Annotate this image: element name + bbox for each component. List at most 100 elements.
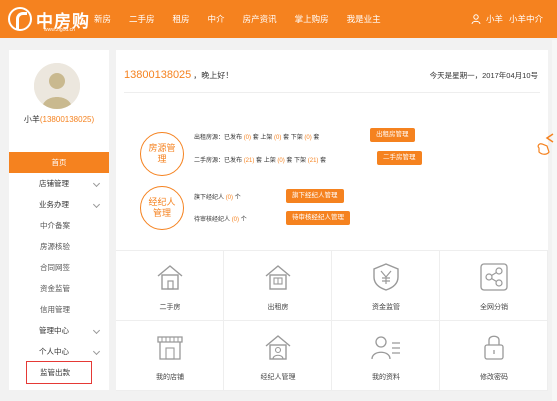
tile-my-profile[interactable]: 我的资料 xyxy=(332,321,440,391)
shop-icon xyxy=(154,331,186,363)
tile-distribution[interactable]: 全网分销 xyxy=(440,251,548,321)
nav-item-rent[interactable]: 租房 xyxy=(173,13,190,25)
pending-prefix: 待审核经纪人 xyxy=(194,217,231,223)
sidebar-item-label: 管理中心 xyxy=(39,326,69,335)
greeting-text: ，晚上好！ xyxy=(193,71,234,80)
share-icon xyxy=(478,261,510,293)
sidebar-menu: 首页 店铺管理 业务办理 中介备案 房源核验 合同网签 资金监管 信用管理 管理… xyxy=(9,152,109,384)
second-up: (0) xyxy=(277,158,285,164)
sidebar-item-label: 业务办理 xyxy=(39,200,69,209)
logo-subtext: www.zfgou.cn xyxy=(44,27,75,33)
tile-agent-manage[interactable]: 经纪人管理 xyxy=(224,321,332,391)
rent-manage-button[interactable]: 出租房管理 xyxy=(370,128,415,142)
greeting: 13800138025 ，晚上好！ xyxy=(124,69,233,81)
tile-fund-supervision[interactable]: 资金监管 xyxy=(332,251,440,321)
sidebar-item-shop-manage[interactable]: 店铺管理 xyxy=(9,173,109,194)
user-label-name: 小羊 xyxy=(23,115,40,124)
rent-stats: 出租房源：已发布 (0) 套 上架 (0) 套 下架 (0) 套 xyxy=(194,132,319,141)
tile-change-password[interactable]: 修改密码 xyxy=(440,321,548,391)
tile-label: 我的资料 xyxy=(372,374,400,381)
floating-service-icon[interactable] xyxy=(533,130,555,160)
second-suffix: 套 xyxy=(320,158,327,164)
rent-stats-prefix: 出租房源：已发布 xyxy=(194,135,243,141)
sidebar-item-business[interactable]: 业务办理 xyxy=(9,194,109,215)
logo[interactable]: 中房购 www.zfgou.cn xyxy=(8,5,90,33)
rent-up-label: 套 上架 xyxy=(252,135,273,141)
tile-label: 修改密码 xyxy=(480,374,508,381)
second-hand-manage-button[interactable]: 二手房管理 xyxy=(377,151,422,165)
sidebar-item-contract-sign[interactable]: 合同网签 xyxy=(9,257,109,278)
main-nav: 新房 二手房 租房 中介 房产资讯 掌上购房 我是业主 xyxy=(94,13,399,25)
sidebar-item-label: 个人中心 xyxy=(39,347,69,356)
second-down-label: 套 下架 xyxy=(286,158,307,164)
logo-mark-icon xyxy=(8,7,32,31)
chevron-down-icon xyxy=(92,326,101,335)
house-icon xyxy=(154,261,186,293)
chevron-down-icon xyxy=(92,200,101,209)
rent-house-icon xyxy=(262,261,294,293)
nav-item-mobile[interactable]: 掌上购房 xyxy=(295,13,329,25)
top-bar: 中房购 www.zfgou.cn 新房 二手房 租房 中介 房产资讯 掌上购房 … xyxy=(0,0,557,38)
user-icon xyxy=(471,14,481,25)
rent-suffix: 套 xyxy=(313,135,320,141)
nav-item-owner[interactable]: 我是业主 xyxy=(347,13,381,25)
yuan-shield-icon xyxy=(370,261,402,293)
house-manage-badge: 房源管理 xyxy=(140,132,184,176)
pending-agent-count: 待审核经纪人 (0) 个 xyxy=(194,214,247,223)
nav-item-agency[interactable]: 中介 xyxy=(208,13,225,25)
nav-item-news[interactable]: 房产资讯 xyxy=(243,13,277,25)
lock-icon xyxy=(478,331,510,363)
nav-item-new-house[interactable]: 新房 xyxy=(94,13,111,25)
sidebar-item-label: 店铺管理 xyxy=(39,179,69,188)
agent-manage-button[interactable]: 旗下经纪人管理 xyxy=(286,189,344,203)
greeting-phone: 13800138025 xyxy=(124,69,192,81)
rent-down: (0) xyxy=(304,135,312,141)
tile-label: 资金监管 xyxy=(372,304,400,311)
sidebar: 小羊(13800138025) 首页 店铺管理 业务办理 中介备案 房源核验 合… xyxy=(9,50,109,390)
agent-house-icon xyxy=(262,331,294,363)
agent-manage-badge: 经纪人管理 xyxy=(140,186,184,230)
chevron-down-icon xyxy=(92,179,101,188)
date-text: 今天是星期一，2017年04月10号 xyxy=(429,71,538,80)
tile-label: 经纪人管理 xyxy=(260,374,296,381)
agent-count-suffix: 个 xyxy=(234,195,241,201)
user-org: 小羊中介 xyxy=(508,14,543,24)
agent-count-num: (0) xyxy=(225,195,234,201)
pending-suffix: 个 xyxy=(240,217,247,223)
second-up-label: 套 上架 xyxy=(256,158,276,164)
second-published: (21) xyxy=(243,158,255,164)
agent-count-prefix: 旗下经纪人 xyxy=(194,195,225,201)
tile-second-hand[interactable]: 二手房 xyxy=(116,251,224,321)
profile-icon xyxy=(370,331,402,363)
user-menu[interactable]: 小羊 小羊中介 xyxy=(471,13,543,25)
tile-label: 我的店铺 xyxy=(156,374,184,381)
pending-num: (0) xyxy=(231,217,240,223)
sidebar-item-personal-center[interactable]: 个人中心 xyxy=(9,341,109,362)
pending-agent-manage-button[interactable]: 待审核经纪人管理 xyxy=(286,211,350,225)
tile-my-shop[interactable]: 我的店铺 xyxy=(116,321,224,391)
user-label-phone: (13800138025) xyxy=(39,115,95,124)
sidebar-item-house-verify[interactable]: 房源核验 xyxy=(9,236,109,257)
sidebar-item-supervised-payout[interactable]: 监管出款 xyxy=(26,361,92,384)
sidebar-item-manage-center[interactable]: 管理中心 xyxy=(9,320,109,341)
sidebar-item-home[interactable]: 首页 xyxy=(9,152,109,173)
scrollbar[interactable] xyxy=(552,40,557,401)
avatar[interactable] xyxy=(34,63,80,109)
tile-label: 二手房 xyxy=(159,304,181,311)
sidebar-item-fund-supervision[interactable]: 资金监管 xyxy=(9,278,109,299)
user-label: 小羊(13800138025) xyxy=(9,114,109,125)
tile-rent-house[interactable]: 出租房 xyxy=(224,251,332,321)
agent-count: 旗下经纪人 (0) 个 xyxy=(194,192,241,201)
divider xyxy=(124,92,540,93)
chevron-down-icon xyxy=(92,347,101,356)
main-panel: 13800138025 ，晚上好！ 今天是星期一，2017年04月10号 房源管理… xyxy=(116,50,548,391)
second-hand-stats: 二手房源：已发布 (21) 套 上架 (0) 套 下架 (21) 套 xyxy=(194,155,326,164)
nav-item-second-hand[interactable]: 二手房 xyxy=(129,13,155,25)
rent-up: (0) xyxy=(274,135,282,141)
quick-tiles: 二手房 出租房 资金监管 全网分销 我的店铺 经纪人管理 我的资料 修改密码 xyxy=(116,250,548,391)
second-down: (21) xyxy=(307,158,319,164)
tile-label: 出租房 xyxy=(267,304,289,311)
tile-label: 全网分销 xyxy=(480,304,508,311)
sidebar-item-agency-filing[interactable]: 中介备案 xyxy=(9,215,109,236)
sidebar-item-credit[interactable]: 信用管理 xyxy=(9,299,109,320)
